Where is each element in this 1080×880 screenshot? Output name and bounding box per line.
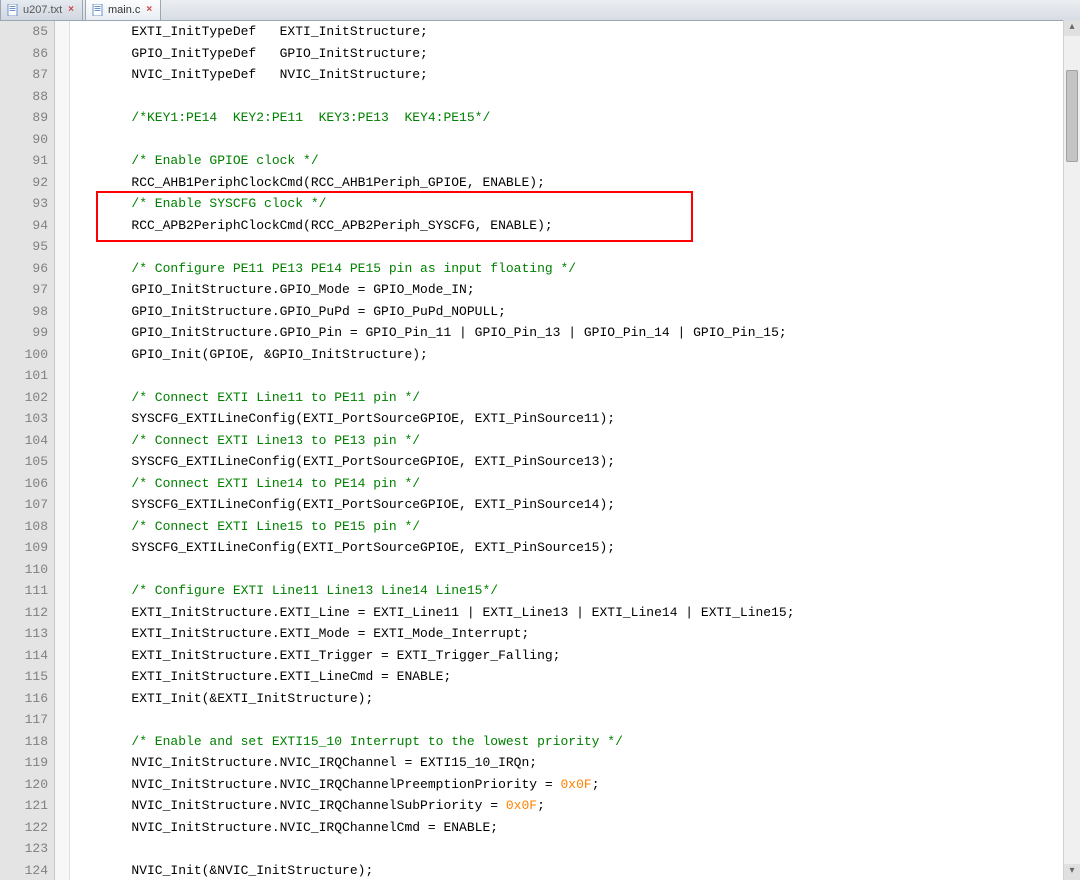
line-number: 92 bbox=[0, 172, 48, 194]
code-line[interactable]: SYSCFG_EXTILineConfig(EXTI_PortSourceGPI… bbox=[70, 537, 1080, 559]
code-line[interactable]: GPIO_InitStructure.GPIO_Pin = GPIO_Pin_1… bbox=[70, 322, 1080, 344]
code-line[interactable]: EXTI_Init(&EXTI_InitStructure); bbox=[70, 688, 1080, 710]
scroll-up-icon[interactable]: ▴ bbox=[1064, 20, 1080, 36]
code-line[interactable]: /* Connect EXTI Line13 to PE13 pin */ bbox=[70, 430, 1080, 452]
code-line[interactable]: NVIC_InitStructure.NVIC_IRQChannelSubPri… bbox=[70, 795, 1080, 817]
line-number: 97 bbox=[0, 279, 48, 301]
line-number: 89 bbox=[0, 107, 48, 129]
line-number: 99 bbox=[0, 322, 48, 344]
line-number: 85 bbox=[0, 21, 48, 43]
line-number: 115 bbox=[0, 666, 48, 688]
line-number: 106 bbox=[0, 473, 48, 495]
tab-label: u207.txt bbox=[23, 4, 62, 16]
code-editor[interactable]: 8586878889909192939495969798991001011021… bbox=[0, 21, 1080, 880]
close-icon[interactable]: × bbox=[146, 4, 152, 15]
code-line[interactable]: GPIO_Init(GPIOE, &GPIO_InitStructure); bbox=[70, 344, 1080, 366]
line-number: 122 bbox=[0, 817, 48, 839]
line-number: 109 bbox=[0, 537, 48, 559]
line-number: 100 bbox=[0, 344, 48, 366]
code-line[interactable] bbox=[70, 709, 1080, 731]
code-line[interactable]: SYSCFG_EXTILineConfig(EXTI_PortSourceGPI… bbox=[70, 408, 1080, 430]
line-number: 108 bbox=[0, 516, 48, 538]
code-area[interactable]: EXTI_InitTypeDef EXTI_InitStructure; GPI… bbox=[70, 21, 1080, 880]
line-number: 103 bbox=[0, 408, 48, 430]
code-line[interactable]: /* Configure EXTI Line11 Line13 Line14 L… bbox=[70, 580, 1080, 602]
line-number: 123 bbox=[0, 838, 48, 860]
line-number: 93 bbox=[0, 193, 48, 215]
code-line[interactable]: EXTI_InitStructure.EXTI_Mode = EXTI_Mode… bbox=[70, 623, 1080, 645]
line-number: 114 bbox=[0, 645, 48, 667]
code-line[interactable]: /* Configure PE11 PE13 PE14 PE15 pin as … bbox=[70, 258, 1080, 280]
tab-file-0[interactable]: u207.txt × bbox=[0, 0, 83, 20]
code-line[interactable]: GPIO_InitStructure.GPIO_Mode = GPIO_Mode… bbox=[70, 279, 1080, 301]
code-line[interactable]: RCC_APB2PeriphClockCmd(RCC_APB2Periph_SY… bbox=[70, 215, 1080, 237]
tab-label: main.c bbox=[108, 4, 140, 16]
line-number: 107 bbox=[0, 494, 48, 516]
code-line[interactable]: EXTI_InitStructure.EXTI_LineCmd = ENABLE… bbox=[70, 666, 1080, 688]
code-line[interactable] bbox=[70, 838, 1080, 860]
code-line[interactable]: EXTI_InitTypeDef EXTI_InitStructure; bbox=[70, 21, 1080, 43]
scroll-down-icon[interactable]: ▾ bbox=[1064, 864, 1080, 880]
line-number-gutter: 8586878889909192939495969798991001011021… bbox=[0, 21, 55, 880]
scroll-thumb[interactable] bbox=[1066, 70, 1078, 162]
code-line[interactable]: /* Enable SYSCFG clock */ bbox=[70, 193, 1080, 215]
line-number: 104 bbox=[0, 430, 48, 452]
line-number: 116 bbox=[0, 688, 48, 710]
line-number: 94 bbox=[0, 215, 48, 237]
line-number: 101 bbox=[0, 365, 48, 387]
code-line[interactable] bbox=[70, 129, 1080, 151]
line-number: 105 bbox=[0, 451, 48, 473]
code-line[interactable]: /*KEY1:PE14 KEY2:PE11 KEY3:PE13 KEY4:PE1… bbox=[70, 107, 1080, 129]
line-number: 96 bbox=[0, 258, 48, 280]
code-line[interactable]: GPIO_InitTypeDef GPIO_InitStructure; bbox=[70, 43, 1080, 65]
line-number: 98 bbox=[0, 301, 48, 323]
vertical-scrollbar[interactable]: ▴ ▾ bbox=[1063, 20, 1080, 880]
line-number: 87 bbox=[0, 64, 48, 86]
fold-column bbox=[55, 21, 70, 880]
code-line[interactable]: /* Connect EXTI Line11 to PE11 pin */ bbox=[70, 387, 1080, 409]
line-number: 119 bbox=[0, 752, 48, 774]
code-line[interactable]: NVIC_InitStructure.NVIC_IRQChannelPreemp… bbox=[70, 774, 1080, 796]
line-number: 112 bbox=[0, 602, 48, 624]
line-number: 86 bbox=[0, 43, 48, 65]
doc-icon bbox=[7, 4, 19, 16]
code-line[interactable]: NVIC_InitStructure.NVIC_IRQChannelCmd = … bbox=[70, 817, 1080, 839]
tab-bar: u207.txt × main.c × bbox=[0, 0, 1080, 21]
line-number: 111 bbox=[0, 580, 48, 602]
code-line[interactable] bbox=[70, 236, 1080, 258]
close-icon[interactable]: × bbox=[68, 4, 74, 15]
code-line[interactable]: /* Enable and set EXTI15_10 Interrupt to… bbox=[70, 731, 1080, 753]
line-number: 121 bbox=[0, 795, 48, 817]
line-number: 91 bbox=[0, 150, 48, 172]
code-line[interactable] bbox=[70, 86, 1080, 108]
line-number: 102 bbox=[0, 387, 48, 409]
code-line[interactable]: RCC_AHB1PeriphClockCmd(RCC_AHB1Periph_GP… bbox=[70, 172, 1080, 194]
code-line[interactable]: /* Enable GPIOE clock */ bbox=[70, 150, 1080, 172]
tab-file-1[interactable]: main.c × bbox=[85, 0, 161, 20]
code-line[interactable]: NVIC_Init(&NVIC_InitStructure); bbox=[70, 860, 1080, 880]
line-number: 88 bbox=[0, 86, 48, 108]
line-number: 120 bbox=[0, 774, 48, 796]
code-line[interactable]: EXTI_InitStructure.EXTI_Trigger = EXTI_T… bbox=[70, 645, 1080, 667]
code-line[interactable] bbox=[70, 559, 1080, 581]
line-number: 124 bbox=[0, 860, 48, 880]
line-number: 118 bbox=[0, 731, 48, 753]
code-line[interactable]: NVIC_InitStructure.NVIC_IRQChannel = EXT… bbox=[70, 752, 1080, 774]
line-number: 117 bbox=[0, 709, 48, 731]
line-number: 95 bbox=[0, 236, 48, 258]
line-number: 110 bbox=[0, 559, 48, 581]
line-number: 90 bbox=[0, 129, 48, 151]
code-line[interactable]: /* Connect EXTI Line15 to PE15 pin */ bbox=[70, 516, 1080, 538]
code-line[interactable]: SYSCFG_EXTILineConfig(EXTI_PortSourceGPI… bbox=[70, 451, 1080, 473]
code-line[interactable]: /* Connect EXTI Line14 to PE14 pin */ bbox=[70, 473, 1080, 495]
doc-icon bbox=[92, 4, 104, 16]
line-number: 113 bbox=[0, 623, 48, 645]
code-line[interactable]: GPIO_InitStructure.GPIO_PuPd = GPIO_PuPd… bbox=[70, 301, 1080, 323]
code-line[interactable]: NVIC_InitTypeDef NVIC_InitStructure; bbox=[70, 64, 1080, 86]
code-line[interactable]: EXTI_InitStructure.EXTI_Line = EXTI_Line… bbox=[70, 602, 1080, 624]
code-line[interactable] bbox=[70, 365, 1080, 387]
code-line[interactable]: SYSCFG_EXTILineConfig(EXTI_PortSourceGPI… bbox=[70, 494, 1080, 516]
